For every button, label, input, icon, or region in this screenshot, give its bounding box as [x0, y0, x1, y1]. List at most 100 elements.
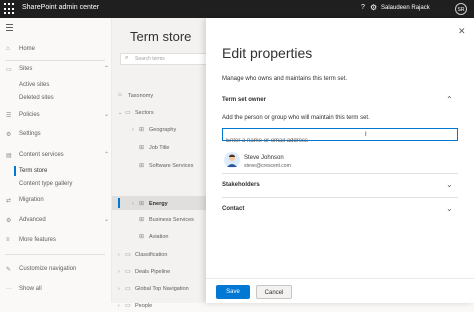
tree-label: Aviation — [149, 234, 169, 240]
page-title: Term store — [130, 29, 192, 44]
chevron-down-icon[interactable]: ⌄ — [446, 204, 453, 213]
folder-icon: ▭ — [125, 286, 131, 292]
person-avatar — [224, 152, 240, 168]
folder-icon: ▭ — [125, 269, 131, 275]
more-features-icon: ≡ — [6, 237, 10, 243]
advanced-icon: ⚙ — [6, 218, 12, 224]
home-icon: ⌂ — [6, 46, 10, 52]
tree-label: Taxonomy — [128, 93, 154, 99]
search-placeholder: Search terms — [135, 56, 165, 62]
tree-label: Classification — [135, 252, 168, 258]
owner-description: Add the person or group who will maintai… — [222, 115, 370, 121]
chevron-right-icon: › — [118, 286, 120, 292]
cancel-button[interactable]: Cancel — [256, 285, 292, 299]
nav-sub-active-sites[interactable]: Active sites — [19, 82, 49, 88]
term-set-icon: ⊞ — [139, 234, 145, 240]
term-set-icon: ⊞ — [139, 163, 145, 169]
nav-sub-term-store[interactable]: Term store — [19, 168, 47, 174]
nav-label: Home — [19, 46, 36, 52]
nav-item-customize-navigation[interactable]: ✎ Customize navigation — [0, 263, 112, 277]
chevron-down-icon: ⌄ — [104, 217, 110, 223]
nav-item-sites[interactable]: ▭ Sites ⌃ — [0, 63, 112, 77]
folder-icon: ▭ — [125, 303, 131, 309]
chevron-up-icon[interactable]: ⌃ — [446, 95, 453, 104]
nav-label: Advanced — [19, 217, 46, 223]
owner-input[interactable] — [223, 135, 446, 147]
term-set-icon: ⊞ — [139, 217, 145, 223]
folder-icon: ▭ — [125, 252, 131, 258]
nav-item-migration[interactable]: ⇄ Migration — [0, 194, 112, 208]
chevron-right-icon: › — [118, 269, 120, 275]
owner-field[interactable]: I — [222, 128, 458, 147]
tree-label: Geography — [149, 127, 177, 133]
tree-label: Job Title — [149, 145, 170, 151]
top-bar: SharePoint admin center ⚙ ? Salaudeen Ra… — [0, 0, 474, 18]
nav-item-policies[interactable]: ☰ Policies ⌄ — [0, 109, 112, 123]
chevron-down-icon[interactable]: ⌄ — [446, 180, 453, 189]
person-name[interactable]: Steve Johnson — [244, 155, 284, 161]
nav-item-settings[interactable]: ⚙ Settings — [0, 128, 112, 142]
taxonomy-icon: ⌂ — [118, 92, 122, 98]
divider — [5, 60, 105, 61]
policies-icon: ☰ — [6, 113, 12, 119]
nav-label: Show all — [19, 286, 42, 292]
left-nav: ⌂ Home ▭ Sites ⌃ Active sites Deleted si… — [0, 18, 112, 303]
nav-item-show-all[interactable]: ··· Show all — [0, 283, 112, 297]
tree-label: Sectors — [135, 110, 154, 116]
chevron-right-icon: › — [132, 201, 134, 207]
nav-label: Content services — [19, 152, 64, 158]
tree-label: Deals Pipeline — [135, 269, 171, 275]
chevron-right-icon: › — [132, 127, 134, 133]
nav-item-content-services[interactable]: ▤ Content services ⌃ — [0, 149, 112, 163]
chevron-down-icon: ⌄ — [104, 112, 110, 118]
panel-title: Edit properties — [222, 45, 313, 61]
close-icon[interactable]: ✕ — [458, 26, 466, 37]
nav-label: Policies — [19, 112, 40, 118]
waffle-icon[interactable] — [4, 3, 16, 15]
gear-icon[interactable]: ⚙ — [370, 3, 377, 12]
divider — [5, 254, 105, 255]
save-button[interactable]: Save — [216, 285, 250, 299]
help-icon[interactable]: ? — [361, 4, 365, 11]
chevron-right-icon: › — [118, 303, 120, 309]
term-set-icon: ⊞ — [139, 201, 145, 207]
chevron-up-icon: ⌃ — [104, 152, 110, 158]
term-set-icon: ⊞ — [139, 145, 145, 151]
divider — [222, 197, 458, 198]
app-title[interactable]: SharePoint admin center — [22, 4, 99, 11]
chevron-down-icon: ⌄ — [118, 110, 123, 116]
term-set-owner-heading[interactable]: Term set owner — [222, 97, 266, 103]
migration-icon: ⇄ — [6, 198, 12, 204]
user-name[interactable]: Salaudeen Rajack — [381, 5, 430, 11]
tree-label: Business Services — [149, 217, 194, 223]
panel-description: Manage who owns and maintains this term … — [222, 76, 348, 82]
chevron-right-icon: › — [118, 252, 120, 258]
person-email: steve@crescent.com — [244, 163, 291, 169]
nav-sub-deleted-sites[interactable]: Deleted sites — [19, 95, 54, 101]
nav-item-advanced[interactable]: ⚙ Advanced ⌄ — [0, 214, 112, 228]
stakeholders-heading[interactable]: Stakeholders — [222, 182, 260, 188]
hamburger-icon[interactable] — [6, 24, 13, 33]
nav-item-more-features[interactable]: ≡ More features — [0, 234, 112, 248]
nav-label: Migration — [19, 197, 44, 203]
edit-properties-panel: ✕ Edit properties Manage who owns and ma… — [206, 18, 474, 303]
nav-sub-content-type-gallery[interactable]: Content type gallery — [19, 181, 72, 187]
contact-heading[interactable]: Contact — [222, 206, 244, 212]
ellipsis-icon: ··· — [6, 286, 12, 292]
nav-label: Settings — [19, 131, 41, 137]
tree-selection-bar — [118, 198, 120, 208]
edit-icon: ✎ — [6, 267, 12, 273]
search-icon: ⌕ — [125, 55, 129, 61]
content-services-icon: ▤ — [6, 153, 12, 159]
text-cursor-icon: I — [365, 132, 367, 138]
nav-label: Customize navigation — [19, 266, 77, 272]
avatar[interactable]: SR — [455, 3, 467, 15]
nav-label: More features — [19, 237, 57, 243]
active-indicator — [14, 166, 16, 176]
search-input[interactable]: ⌕ Search terms — [120, 53, 206, 65]
tree-label: Software Services — [149, 163, 194, 169]
divider — [222, 173, 458, 174]
folder-icon: ▭ — [125, 110, 131, 116]
settings-icon: ⚙ — [6, 132, 12, 138]
nav-item-home[interactable]: ⌂ Home — [0, 43, 112, 57]
